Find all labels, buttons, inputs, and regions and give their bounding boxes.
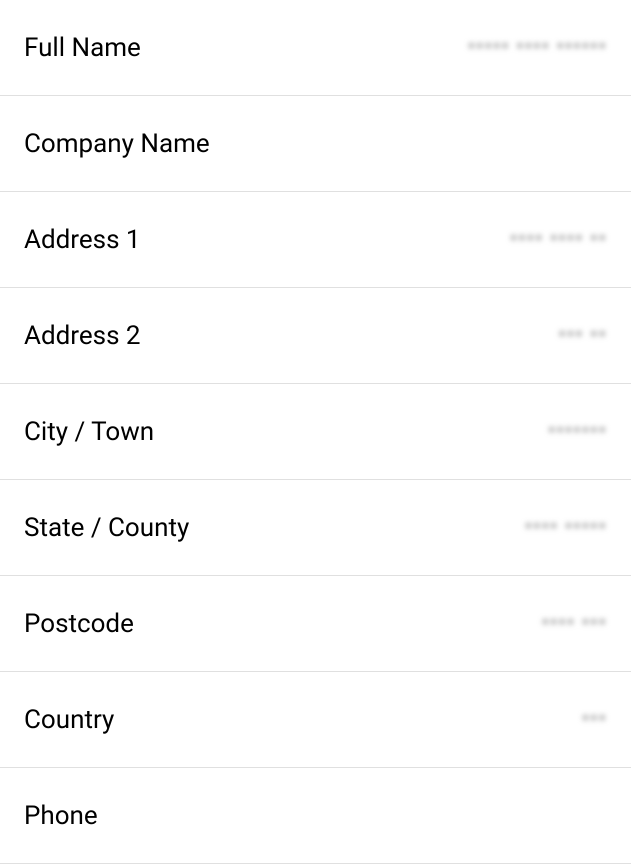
address-1-value: •••• •••• ••	[161, 227, 607, 252]
state-county-value: •••• •••••	[209, 515, 607, 540]
state-county-label: State / County	[24, 513, 189, 543]
address-2-row[interactable]: Address 2 ••• ••	[0, 288, 631, 384]
address-1-row[interactable]: Address 1 •••• •••• ••	[0, 192, 631, 288]
country-row[interactable]: Country •••	[0, 672, 631, 768]
company-name-row[interactable]: Company Name	[0, 96, 631, 192]
address-form: Full Name ••••• •••• •••••• Company Name…	[0, 0, 631, 864]
city-town-row[interactable]: City / Town •••••••	[0, 384, 631, 480]
city-town-label: City / Town	[24, 417, 154, 447]
postcode-label: Postcode	[24, 609, 134, 639]
full-name-row[interactable]: Full Name ••••• •••• ••••••	[0, 0, 631, 96]
address-2-value: ••• ••	[161, 323, 607, 348]
full-name-label: Full Name	[24, 33, 141, 63]
company-name-label: Company Name	[24, 129, 210, 159]
postcode-value: •••• •••	[154, 611, 607, 636]
country-value: •••	[134, 707, 607, 732]
phone-label: Phone	[24, 801, 98, 831]
country-label: Country	[24, 705, 114, 735]
full-name-value: ••••• •••• ••••••	[161, 35, 607, 60]
address-1-label: Address 1	[24, 225, 141, 255]
city-town-value: •••••••	[174, 419, 607, 444]
phone-row[interactable]: Phone	[0, 768, 631, 864]
state-county-row[interactable]: State / County •••• •••••	[0, 480, 631, 576]
postcode-row[interactable]: Postcode •••• •••	[0, 576, 631, 672]
address-2-label: Address 2	[24, 321, 141, 351]
